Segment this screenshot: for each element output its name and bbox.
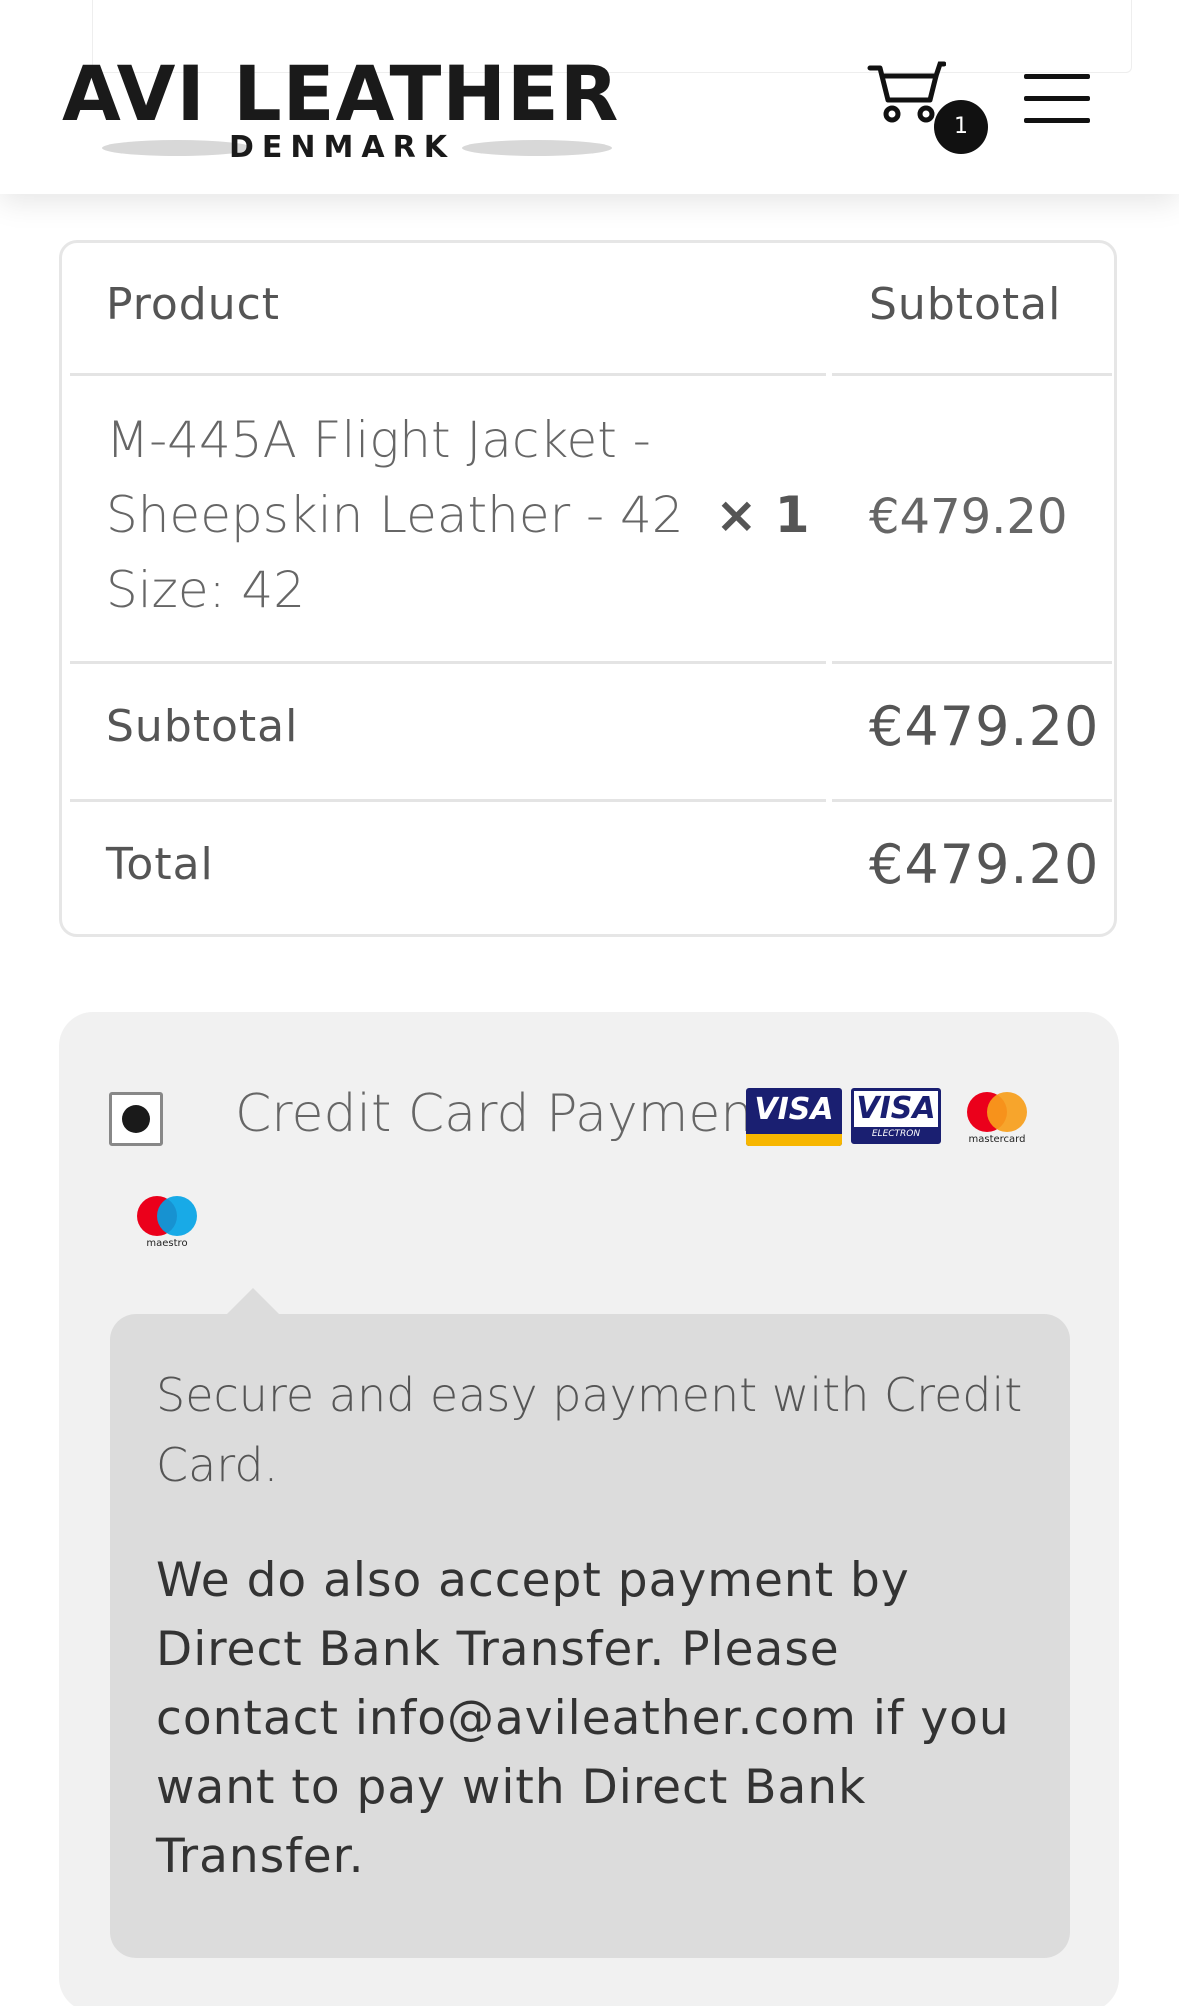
logo-subtitle: DENMARK <box>62 128 622 168</box>
subtotal-label: Subtotal <box>106 701 299 752</box>
mastercard-logo: mastercard <box>959 1092 1029 1152</box>
row-divider <box>832 799 1112 802</box>
row-divider <box>70 661 826 664</box>
logo-subtitle-text: DENMARK <box>229 130 455 165</box>
table-header-row: Product Subtotal <box>62 243 1114 371</box>
payment-description-box: Secure and easy payment with Credit Card… <box>110 1314 1070 1958</box>
product-name-line1[interactable]: M-445A Flight Jacket - <box>106 403 810 478</box>
maestro-circle-blue <box>157 1196 197 1236</box>
column-header-product: Product <box>106 279 281 330</box>
product-price: €479.20 <box>869 489 1068 545</box>
total-label: Total <box>106 839 214 890</box>
hamburger-menu-icon <box>1024 74 1090 79</box>
row-divider <box>832 661 1112 664</box>
checkout-page: AVI LEATHER DENMARK 1 Product Subtotal M… <box>0 0 1179 2006</box>
mastercard-circle-orange <box>987 1092 1027 1132</box>
bank-transfer-note: We do also accept payment by Direct Bank… <box>156 1553 1010 1884</box>
row-divider <box>70 373 826 376</box>
product-name-line2-text[interactable]: Sheepskin Leather - 42 <box>106 486 684 544</box>
product-quantity: × 1 <box>715 486 810 544</box>
column-header-subtotal: Subtotal <box>869 279 1062 330</box>
cart-count-badge: 1 <box>934 100 988 154</box>
visa-logo-text: VISA <box>754 1092 834 1127</box>
subtotal-row: Subtotal €479.20 <box>62 665 1114 799</box>
total-value: €479.20 <box>869 833 1100 896</box>
hamburger-line <box>1024 118 1090 123</box>
product-variation: Size: 42 <box>106 561 305 619</box>
product-cell: M-445A Flight Jacket - Sheepskin Leather… <box>106 403 810 628</box>
visa-electron-logo: VISA ELECTRON <box>851 1088 941 1144</box>
visa-electron-sub: ELECTRON <box>854 1127 938 1141</box>
payment-description-text: Secure and easy payment with Credit Card… <box>156 1368 1023 1492</box>
table-row: M-445A Flight Jacket - Sheepskin Leather… <box>62 377 1114 659</box>
logo-wordmark: AVI LEATHER <box>62 49 620 138</box>
maestro-logo: maestro <box>129 1196 199 1256</box>
site-logo[interactable]: AVI LEATHER DENMARK <box>62 54 622 168</box>
visa-logo-band <box>746 1134 842 1146</box>
cart-icon <box>867 61 946 123</box>
credit-card-radio[interactable] <box>109 1092 163 1146</box>
cart-button[interactable]: 1 <box>866 58 988 158</box>
maestro-logo-text: maestro <box>146 1238 188 1249</box>
row-divider <box>70 799 826 802</box>
total-row: Total €479.20 <box>62 803 1114 933</box>
visa-electron-logo-text: VISA <box>856 1091 936 1126</box>
row-divider <box>832 373 1112 376</box>
payment-method-label[interactable]: Credit Card Payment <box>235 1084 774 1144</box>
logo-swoosh-right <box>462 140 612 156</box>
hamburger-line <box>1024 96 1090 101</box>
payment-methods: Credit Card Payment VISA VISA ELECTRON m… <box>59 1012 1119 2006</box>
site-header: AVI LEATHER DENMARK 1 <box>0 0 1179 194</box>
order-review-table: Product Subtotal M-445A Flight Jacket - … <box>59 240 1117 937</box>
mastercard-logo-text: mastercard <box>968 1134 1026 1145</box>
subtotal-value: €479.20 <box>869 695 1100 758</box>
product-name-line2: Sheepskin Leather - 42 × 1 <box>106 478 810 553</box>
hamburger-menu-button[interactable] <box>1024 68 1090 128</box>
visa-logo: VISA <box>746 1088 842 1146</box>
